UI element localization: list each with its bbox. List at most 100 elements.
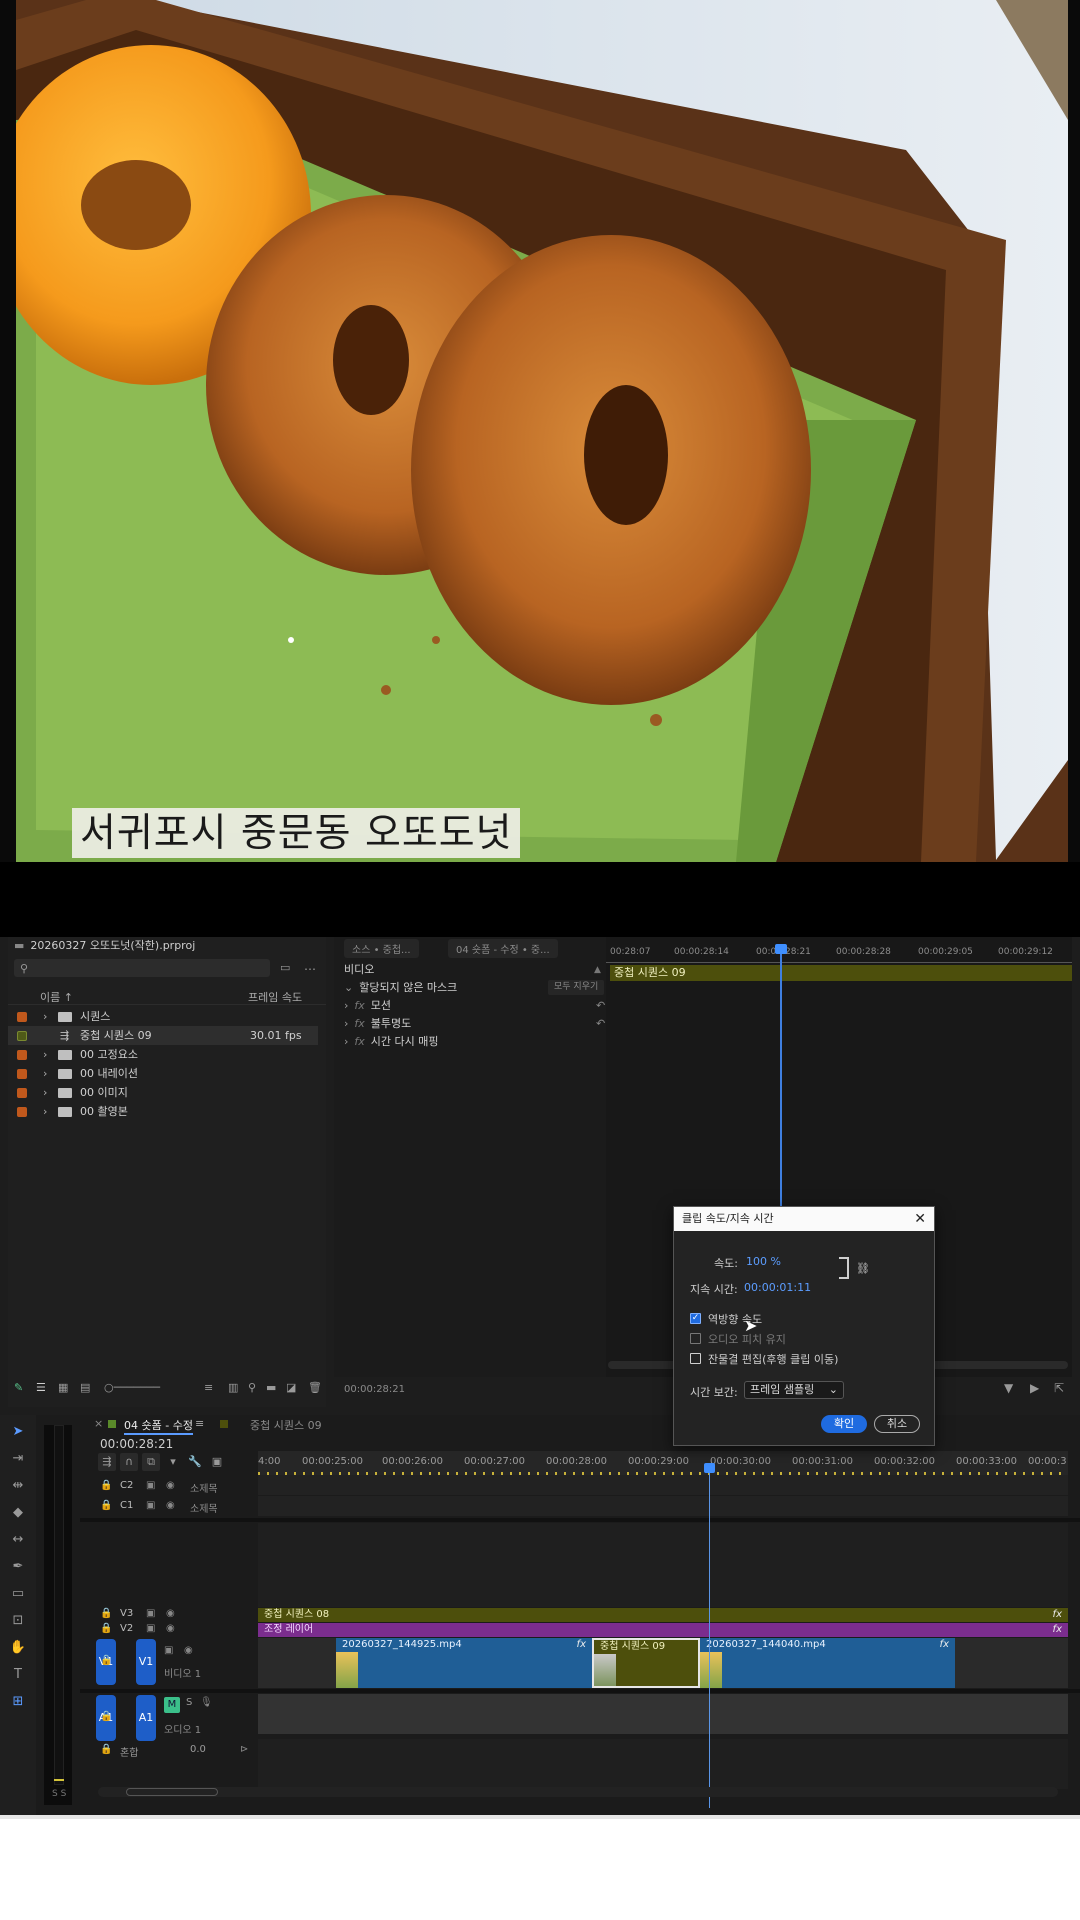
lock-icon[interactable]: 🔒 [100,1623,112,1634]
mix-width-icon[interactable]: ⊳ [240,1744,248,1755]
eye-icon[interactable]: ◉ [166,1623,175,1634]
project-row-footage[interactable]: › 00 촬영본 [8,1102,318,1121]
track-header-v1[interactable]: 🔒 ▣ ◉ 비디오 1 [100,1639,258,1685]
cancel-button[interactable]: 취소 [874,1415,920,1433]
export-icon[interactable]: ⇱ [1054,1381,1064,1395]
chevron-down-icon[interactable]: ⌄ [344,981,353,994]
microphone-icon[interactable]: 🎙 [200,1697,213,1708]
nest-icon[interactable]: ⇶ [98,1453,116,1471]
ripple-edit-tool-icon[interactable]: ⇹ [9,1477,27,1495]
project-row-sequence[interactable]: › 시퀀스 [8,1007,318,1026]
reverse-speed-checkbox[interactable]: ✓ [690,1313,701,1324]
wrench-icon[interactable]: 🔧 [186,1453,204,1471]
timeline-timecode[interactable]: 00:00:28:21 [100,1437,173,1451]
project-search-input[interactable]: ⚲ [14,959,270,977]
rectangle-tool-icon[interactable]: ▭ [9,1585,27,1603]
reset-icon[interactable]: ↶ [596,1015,605,1033]
effect-opacity[interactable]: › fx 불투명도 ↶ [344,1015,606,1033]
lane-c1[interactable] [258,1496,1068,1516]
scroll-knob[interactable] [126,1788,218,1796]
collapse-icon[interactable]: ▲ [594,961,601,979]
tab-source[interactable]: 소스 • 중첩... [344,939,419,958]
hand-tool-icon[interactable]: ✋ [9,1639,27,1657]
list-view-icon[interactable]: ☰ [36,1381,46,1394]
mix-value[interactable]: 0.0 [190,1744,206,1755]
clip-nested-09-selected[interactable]: 중첩 시퀀스 09 [592,1638,700,1688]
playhead-handle[interactable] [775,944,787,954]
interp-select[interactable]: 프레임 샘플링 ⌄ [744,1381,844,1399]
trash-icon[interactable]: 🗑 [308,1381,322,1394]
duration-input[interactable]: 00:00:01:11 [744,1281,811,1294]
tab-effect-controls[interactable]: 04 숏폼 - 수정 • 중... [448,939,558,958]
new-bin-icon[interactable]: ▬ [266,1381,276,1394]
timeline-scrollbar[interactable] [98,1787,1058,1797]
column-name[interactable]: 이름 ↑ [40,989,73,1005]
new-item-icon[interactable]: ◪ [286,1381,296,1394]
chain-link-icon[interactable]: ⛓ [856,1262,870,1275]
reset-icon[interactable]: ↶ [596,997,605,1015]
sync-lock-icon[interactable]: ▣ [146,1623,155,1634]
effect-timecode[interactable]: 00:00:28:21 [344,1384,405,1395]
lock-icon[interactable]: 🔒 [100,1711,112,1722]
lane-a1[interactable] [258,1694,1068,1734]
chevron-right-icon[interactable]: › [344,1035,348,1048]
close-icon[interactable]: × [94,1417,103,1430]
column-fps[interactable]: 프레임 속도 [248,989,302,1005]
selection-tool-icon[interactable]: ➤ [9,1423,27,1441]
track-header-v2[interactable]: 🔒 V2 ▣ ◉ [80,1623,258,1637]
add-marker-icon[interactable]: ▾ [164,1453,182,1471]
automate-icon[interactable]: ▥ [228,1381,238,1394]
more-icon[interactable]: … [304,959,316,973]
project-row-images[interactable]: › 00 이미지 [8,1083,318,1102]
captions-track-icon[interactable]: ▣ [146,1500,155,1511]
eye-icon[interactable]: ◉ [166,1500,175,1511]
pen-tool-icon[interactable]: ✒ [9,1558,27,1576]
speed-input[interactable]: 100 % [746,1255,781,1268]
lock-icon[interactable]: 🔒 [100,1655,112,1666]
lock-icon[interactable]: 🔒 [100,1608,112,1619]
filter-icon[interactable]: ▼ [1004,1381,1013,1395]
clip-adjustment-layer[interactable]: 조정 레이어 fx [258,1623,1068,1637]
tab-sequence-nested[interactable]: 중첩 시퀀스 09 [250,1417,322,1433]
ripple-checkbox[interactable] [690,1353,701,1364]
eye-icon[interactable]: ◉ [166,1480,175,1491]
pencil-icon[interactable]: ✎ [14,1381,23,1394]
target-v1[interactable]: V1 [136,1639,156,1685]
track-header-mix[interactable]: 🔒 혼합 0.0 ⊳ [80,1741,258,1761]
pitch-checkbox[interactable] [690,1333,701,1344]
project-row-fixed[interactable]: › 00 고정요소 [8,1045,318,1064]
lock-icon[interactable]: 🔒 [100,1744,112,1755]
track-select-tool-icon[interactable]: ⇥ [9,1450,27,1468]
snap-icon[interactable]: ∩ [120,1453,138,1471]
lane-c2[interactable] [258,1475,1068,1495]
timeline-playhead-handle[interactable] [704,1463,715,1473]
eye-icon[interactable]: ◉ [166,1608,175,1619]
captions-icon[interactable]: ▣ [208,1453,226,1471]
chevron-right-icon[interactable]: › [344,999,348,1012]
project-row-nested-09[interactable]: ⇶ 중첩 시퀀스 09 30.01 fps [8,1026,318,1045]
track-header-c2[interactable]: 🔒 C2 ▣ ◉ 소제목 [80,1477,258,1497]
effect-clip-bar[interactable]: 중첩 시퀀스 09 [610,965,1072,981]
icon-view-icon[interactable]: ▦ [58,1381,68,1394]
crop-tool-icon[interactable]: ⊡ [9,1612,27,1630]
sync-lock-icon[interactable]: ▣ [164,1645,173,1656]
eye-icon[interactable]: ◉ [184,1645,193,1656]
new-bin-icon[interactable]: ▭ [280,961,290,974]
track-header-v3[interactable]: 🔒 V3 ▣ ◉ [80,1608,258,1622]
target-a1[interactable]: A1 [136,1695,156,1741]
tab-sequence-active[interactable]: 04 숏폼 - 수정 [124,1417,193,1435]
expand-icon[interactable]: › [43,1102,47,1121]
effect-ruler[interactable]: 00:28:07 00:00:28:14 00:00:28:21 00:00:2… [606,947,1072,963]
clear-all-button[interactable]: 모두 지우기 [548,980,605,995]
expand-icon[interactable]: › [43,1083,47,1102]
captions-track-icon[interactable]: ▣ [146,1480,155,1491]
solo-button[interactable]: S [186,1697,192,1708]
freeform-view-icon[interactable]: ▤ [80,1381,90,1394]
linked-selection-icon[interactable]: ⧉ [142,1453,160,1471]
type-tool-icon[interactable]: T [9,1666,27,1684]
effect-motion[interactable]: › fx 모션 ↶ [344,997,606,1015]
menu-icon[interactable]: ≡ [195,1417,204,1430]
expand-icon[interactable]: › [43,1045,47,1064]
effect-time-remap[interactable]: › fx 시간 다시 매핑 [344,1033,606,1051]
chevron-right-icon[interactable]: › [344,1017,348,1030]
